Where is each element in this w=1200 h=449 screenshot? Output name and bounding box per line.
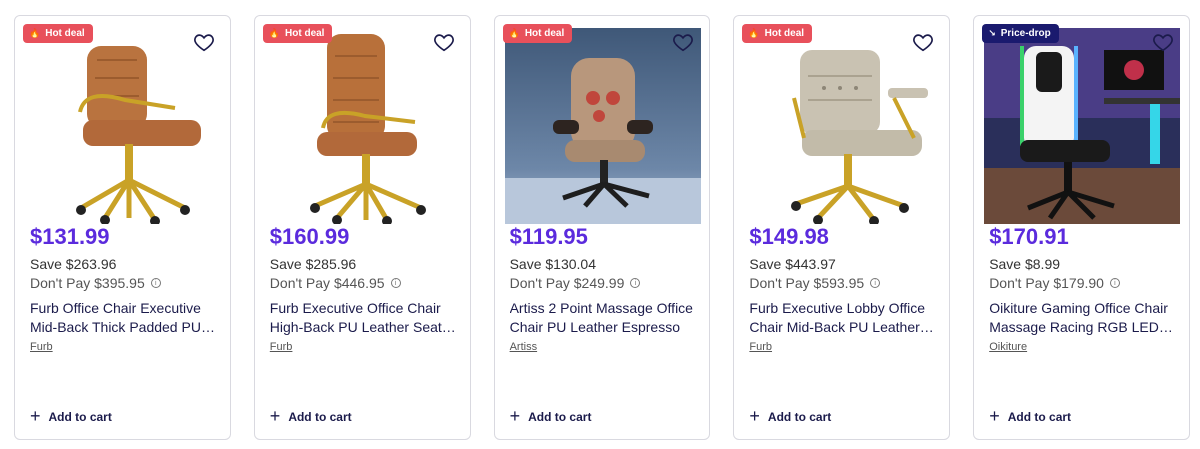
plus-icon: + [269, 406, 281, 426]
wishlist-heart-icon[interactable] [1151, 30, 1175, 54]
sale-price: $119.95 [509, 224, 588, 249]
savings-text: Save $130.04 [509, 256, 596, 272]
info-icon[interactable]: i [150, 278, 161, 288]
info-icon[interactable]: i [630, 278, 641, 288]
wishlist-heart-icon[interactable] [671, 30, 695, 54]
sale-price: $131.99 [30, 224, 110, 249]
product-image[interactable] [264, 28, 461, 224]
brand-link[interactable]: Furb [30, 341, 53, 353]
savings-text: Save $443.97 [749, 256, 836, 272]
flame-icon: 🔥 [508, 28, 520, 38]
product-image[interactable] [25, 28, 221, 224]
product-title[interactable]: Artiss 2 Point Massage Office Chair PU L… [510, 299, 702, 337]
plus-icon: + [749, 406, 760, 426]
price-drop-badge: ↘ Price-drop [982, 24, 1059, 43]
original-price: Don't Pay $593.95 i [749, 275, 881, 291]
badge-label: Hot deal [45, 28, 85, 39]
original-price-text: Don't Pay $249.99 [509, 275, 625, 291]
add-to-cart-label: Add to cart [48, 410, 112, 424]
info-icon[interactable]: i [870, 278, 881, 288]
product-title[interactable]: Furb Executive Lobby Office Chair Mid-Ba… [749, 299, 941, 337]
brand-link[interactable]: Furb [749, 341, 772, 353]
original-price: Don't Pay $395.95 i [30, 275, 161, 291]
original-price-text: Don't Pay $179.90 [989, 275, 1104, 291]
brand-link[interactable]: Furb [270, 341, 293, 353]
add-to-cart-label: Add to cart [1007, 410, 1072, 424]
product-image[interactable] [504, 28, 701, 224]
add-to-cart-button[interactable]: + Add to cart [509, 406, 592, 426]
plus-icon: + [509, 406, 521, 426]
info-icon[interactable]: i [1109, 278, 1120, 288]
original-price-text: Don't Pay $395.95 [30, 275, 145, 291]
brand-link[interactable]: Oikiture [989, 341, 1027, 353]
product-image[interactable] [984, 28, 1181, 224]
sale-price: $170.91 [989, 224, 1069, 249]
savings-text: Save $263.96 [30, 256, 117, 272]
wishlist-heart-icon[interactable] [911, 30, 935, 54]
add-to-cart-label: Add to cart [288, 410, 352, 424]
savings-text: Save $285.96 [269, 256, 357, 272]
add-to-cart-button[interactable]: + Add to cart [749, 406, 832, 426]
hot-deal-badge: 🔥 Hot deal [23, 24, 93, 43]
brand-link[interactable]: Artiss [510, 341, 538, 353]
flame-icon: 🔥 [29, 28, 41, 38]
hot-deal-badge: 🔥 Hot deal [262, 24, 333, 43]
product-card[interactable]: ↘ Price-drop $170.91 Save $8.99 Don't Pa… [973, 15, 1190, 440]
badge-label: Price-drop [1000, 28, 1051, 39]
plus-icon: + [989, 406, 1000, 426]
badge-label: Hot deal [524, 28, 565, 39]
flame-icon: 🔥 [748, 28, 760, 38]
original-price-text: Don't Pay $446.95 [269, 275, 385, 291]
original-price: Don't Pay $249.99 i [510, 275, 641, 291]
hot-deal-badge: 🔥 Hot deal [502, 24, 573, 43]
product-card[interactable]: 🔥 Hot deal $131.99 Save $263.96 Don't Pa… [14, 15, 231, 440]
original-price: Don't Pay $179.90 i [989, 275, 1120, 291]
product-card[interactable]: 🔥 Hot deal $160.99 Save $285.96 Don't Pa… [253, 15, 471, 440]
product-title[interactable]: Furb Executive Office Chair High-Back PU… [270, 299, 462, 337]
original-price: Don't Pay $446.95 i [270, 275, 401, 291]
sale-price: $160.99 [269, 224, 350, 249]
product-card[interactable]: 🔥 Hot deal $119.95 Save $130.04 Don't Pa… [493, 15, 711, 440]
add-to-cart-label: Add to cart [528, 410, 592, 424]
wishlist-heart-icon[interactable] [432, 30, 456, 54]
add-to-cart-button[interactable]: + Add to cart [269, 406, 352, 426]
add-to-cart-label: Add to cart [767, 410, 832, 424]
sale-price: $149.98 [749, 224, 829, 249]
product-card[interactable]: 🔥 Hot deal $149.98 Save $443.97 Don't Pa… [733, 15, 951, 440]
product-title[interactable]: Oikiture Gaming Office Chair Massage Rac… [989, 299, 1181, 337]
trend-down-icon: ↘ [988, 28, 996, 38]
flame-icon: 🔥 [268, 28, 281, 38]
hot-deal-badge: 🔥 Hot deal [742, 24, 813, 43]
badge-label: Hot deal [285, 28, 325, 39]
product-image[interactable] [744, 28, 941, 224]
info-icon[interactable]: i [390, 278, 401, 288]
add-to-cart-button[interactable]: + Add to cart [30, 406, 112, 426]
product-grid: 🔥 Hot deal $131.99 Save $263.96 Don't Pa… [14, 15, 1190, 440]
wishlist-heart-icon[interactable] [192, 30, 216, 54]
badge-label: Hot deal [764, 28, 805, 39]
product-title[interactable]: Furb Office Chair Executive Mid-Back Thi… [30, 299, 222, 337]
savings-text: Save $8.99 [989, 256, 1061, 272]
plus-icon: + [30, 406, 41, 426]
add-to-cart-button[interactable]: + Add to cart [989, 406, 1072, 426]
original-price-text: Don't Pay $593.95 [749, 275, 865, 291]
